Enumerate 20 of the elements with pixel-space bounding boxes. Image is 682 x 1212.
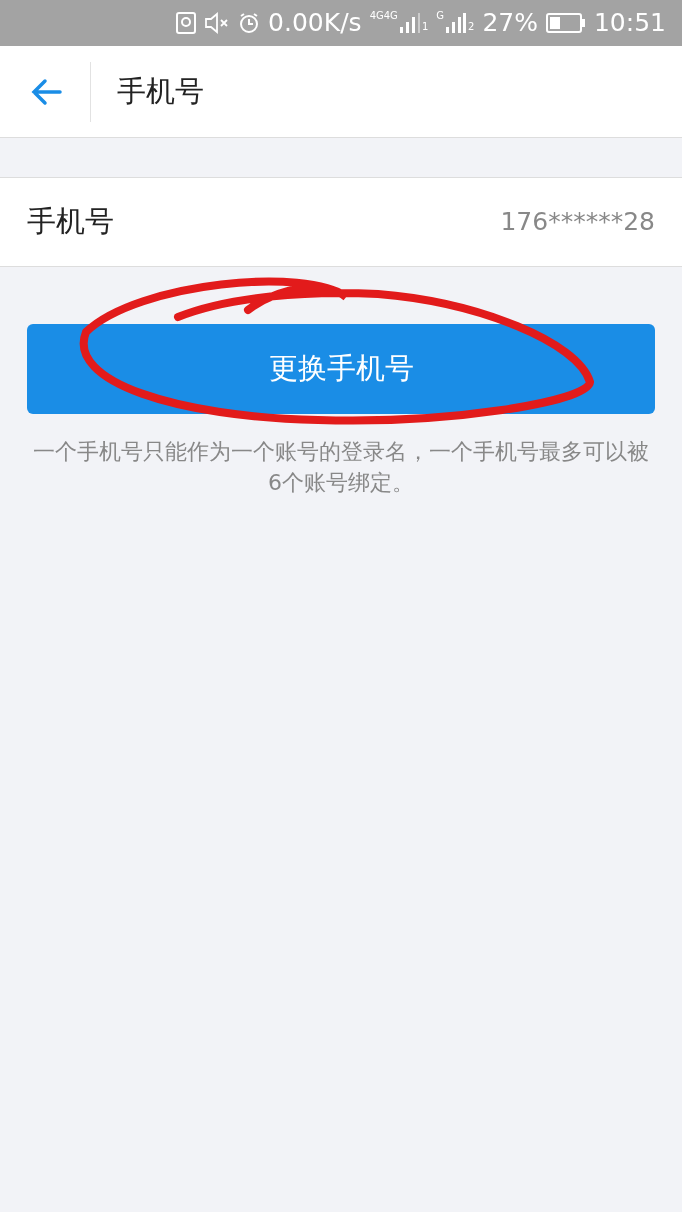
hint-text: 一个手机号只能作为一个账号的登录名，一个手机号最多可以被6个账号绑定。 [32,438,650,497]
battery-percent: 27% [482,7,538,40]
signal-icon [399,13,420,33]
network-speed: 0.00K/s [268,7,362,40]
page-title: 手机号 [117,72,204,110]
change-phone-button[interactable]: 更换手机号 [27,324,655,414]
back-icon[interactable] [30,77,62,106]
phone-label: 手机号 [27,203,114,241]
network-type: 4G [369,9,384,23]
network-type: G [436,9,444,23]
phone-value: 176******28 [500,206,655,239]
battery-icon [545,13,586,33]
mute-icon [204,12,231,34]
clock: 10:51 [593,7,666,40]
alarm-icon [238,12,261,34]
signal-icon [446,13,466,33]
sim-index: 1 [421,20,429,34]
sim-index: 2 [468,20,475,34]
photo-icon [176,12,197,34]
network-type: 4G [383,9,398,23]
